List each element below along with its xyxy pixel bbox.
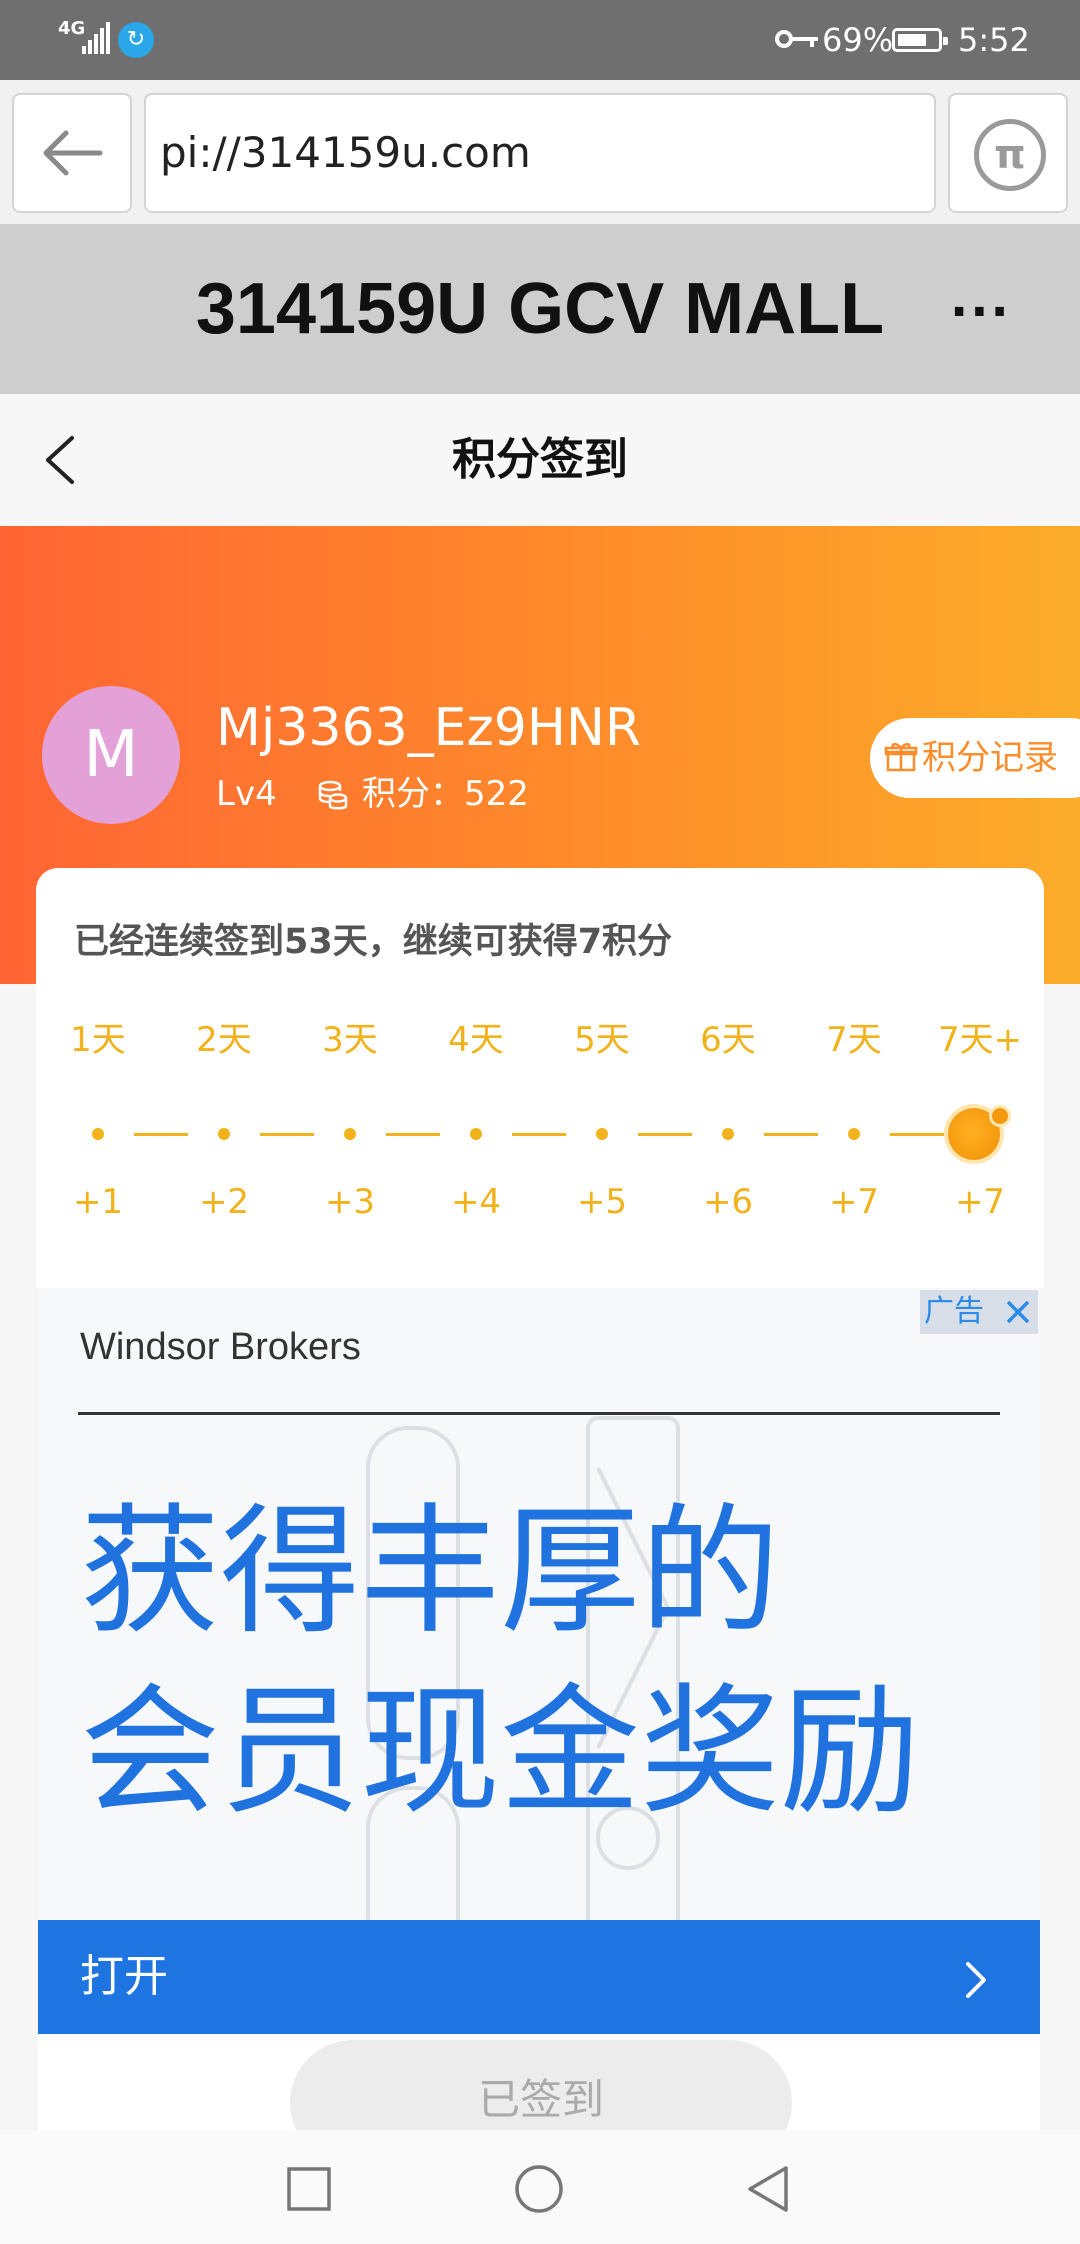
ad-brand-name: Windsor Brokers [80, 1326, 361, 1368]
battery-percent: 69% [822, 21, 894, 59]
day-connector [638, 1133, 692, 1136]
app-notification-icon: ↻ [118, 22, 154, 58]
ad-open-label: 打开 [80, 1951, 168, 2002]
chevron-right-icon [966, 1962, 986, 1998]
ad-divider [78, 1412, 1000, 1415]
streak-text: 已经连续签到53天，继续可获得7积分 [74, 922, 673, 962]
url-input[interactable]: pi://314159u.com [144, 93, 936, 213]
home-icon[interactable] [514, 2164, 564, 2214]
ad-banner[interactable]: Windsor Brokers 获得丰厚的 会员现金奖励 广告 打开 [38, 1288, 1040, 2034]
day-connector [512, 1133, 566, 1136]
points-record-label: 积分记录 [922, 738, 1058, 778]
day-reward: +2 [198, 1182, 250, 1222]
day-label: 6天 [700, 1020, 756, 1060]
recents-icon[interactable] [286, 2166, 332, 2212]
ad-tag-text: 广告 [924, 1294, 984, 1329]
day-connector [134, 1133, 188, 1136]
pi-logo-icon: π [974, 119, 1046, 191]
gift-icon [884, 743, 918, 772]
day-connector [260, 1133, 314, 1136]
page-title: 积分签到 [452, 434, 628, 485]
ad-open-button[interactable]: 打开 [38, 1920, 1040, 2034]
pi-browser-button[interactable]: π [948, 93, 1068, 213]
site-header: 314159U GCV MALL ··· [0, 224, 1080, 394]
current-day-sparkle [992, 1108, 1008, 1124]
day-dot [92, 1128, 104, 1140]
day-connector [764, 1133, 818, 1136]
day-dot [470, 1128, 482, 1140]
avatar: M [42, 686, 180, 824]
back-icon[interactable] [744, 2164, 792, 2214]
checkin-card: 已经连续签到53天，继续可获得7积分 1天 +1 2天 +2 3天 +3 4天 +4 5天 +5 6… [36, 868, 1044, 1288]
chevron-left-icon[interactable] [36, 430, 96, 490]
day-label: 2天 [196, 1020, 252, 1060]
points-record-button[interactable]: 积分记录 [870, 718, 1080, 798]
day-reward: +4 [450, 1182, 502, 1222]
day-dot [722, 1128, 734, 1140]
day-dot [344, 1128, 356, 1140]
battery-icon [892, 28, 948, 52]
system-nav-bar [0, 2130, 1080, 2244]
day-label: 1天 [70, 1020, 126, 1060]
username: Mj3363_Ez9HNR [216, 698, 642, 758]
ad-headline-1: 获得丰厚的 [80, 1491, 781, 1654]
site-title: 314159U GCV MALL [195, 269, 885, 349]
day-reward: +5 [576, 1182, 628, 1222]
day-dot [848, 1128, 860, 1140]
page-navbar: 积分签到 [0, 394, 1080, 526]
day-reward: +3 [324, 1182, 376, 1222]
day-label: 4天 [448, 1020, 504, 1060]
user-level: Lv4 [216, 774, 277, 814]
day-reward: +6 [702, 1182, 754, 1222]
day-reward: +7 [828, 1182, 880, 1222]
browser-back-button[interactable] [12, 93, 132, 213]
url-text: pi://314159u.com [160, 128, 531, 177]
close-icon[interactable] [1004, 1298, 1032, 1326]
day-label: 5天 [574, 1020, 630, 1060]
day-connector [890, 1133, 944, 1136]
arrow-left-icon [43, 130, 103, 176]
points-balance: 积分：522 [362, 774, 529, 814]
day-connector [386, 1133, 440, 1136]
clock: 5:52 [958, 21, 1030, 59]
browser-toolbar: pi://314159u.com π [0, 80, 1080, 224]
ad-label: 广告 [920, 1290, 1038, 1334]
day-reward: +1 [72, 1182, 124, 1222]
coins-icon [318, 780, 348, 810]
day-reward: +7 [954, 1182, 1006, 1222]
day-dot [218, 1128, 230, 1140]
status-bar: 4G ↻ 69% 5:52 [0, 0, 1080, 80]
ad-headline-2: 会员现金奖励 [80, 1671, 921, 1834]
day-dot [596, 1128, 608, 1140]
day-label: 7天 [826, 1020, 882, 1060]
day-label: 3天 [322, 1020, 378, 1060]
key-icon [775, 30, 818, 48]
more-menu-button[interactable]: ··· [950, 284, 1011, 340]
day-label: 7天+ [937, 1020, 1023, 1060]
signal-icon [82, 22, 112, 54]
